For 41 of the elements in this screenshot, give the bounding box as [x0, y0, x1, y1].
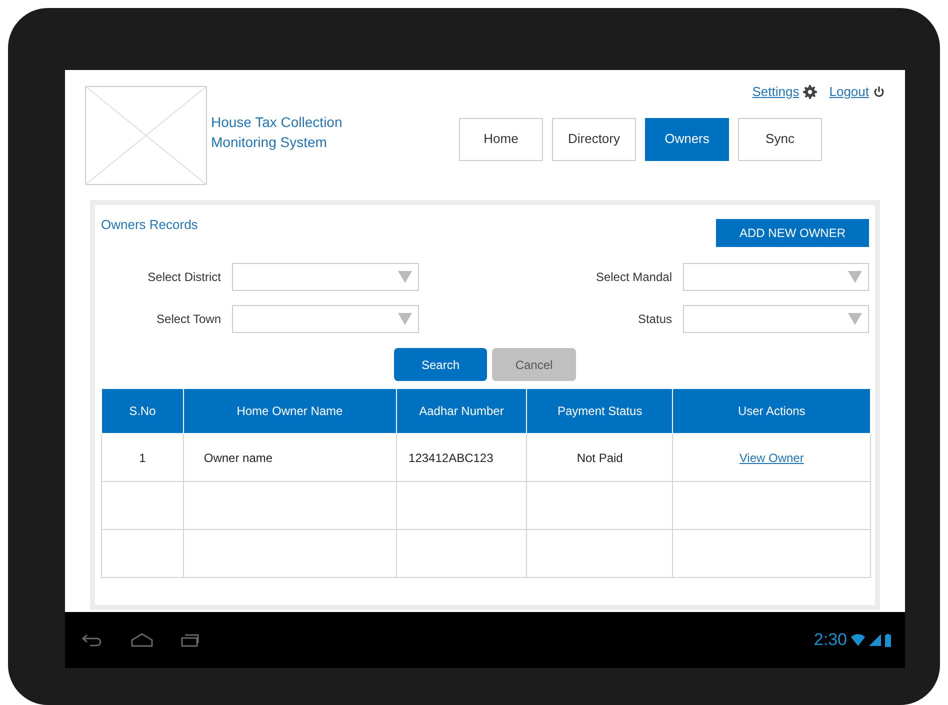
app-title: House Tax Collection Monitoring System: [211, 113, 344, 152]
settings-icon[interactable]: [803, 84, 818, 99]
panel-title: Owners Records: [101, 216, 198, 234]
column-header: S.No: [102, 388, 184, 434]
dropdown-arrow-icon: [398, 313, 412, 325]
back-icon[interactable]: [81, 633, 103, 647]
column-header: Home Owner Name: [183, 388, 396, 434]
nav-tab[interactable]: Directory: [552, 118, 636, 160]
field-label: Select District: [146, 269, 221, 286]
field-label: Select Mandal: [594, 269, 672, 286]
clock-text: 2:30: [814, 629, 847, 652]
column-header: Aadhar Number: [396, 388, 527, 434]
top-link[interactable]: Settings: [752, 82, 800, 102]
select-field[interactable]: [683, 263, 869, 291]
dropdown-arrow-icon: [398, 271, 412, 283]
home-icon[interactable]: [131, 633, 153, 647]
signal-icon: [869, 634, 881, 646]
view-owner-link[interactable]: View Owner: [739, 450, 804, 464]
table-cell: 123412ABC123: [396, 434, 527, 482]
select-field[interactable]: [232, 263, 419, 291]
select-field[interactable]: [683, 305, 869, 333]
top-link[interactable]: Logout: [829, 82, 869, 102]
select-field[interactable]: [232, 305, 419, 333]
nav-tab[interactable]: Owners: [645, 118, 729, 160]
battery-icon: [885, 634, 891, 646]
search-button[interactable]: Search: [394, 348, 487, 381]
field-label: Status: [636, 311, 672, 328]
wifi-icon: [851, 634, 865, 646]
table-cell: 1: [102, 434, 184, 482]
column-header: Payment Status: [526, 388, 673, 434]
table-cell: Not Paid: [526, 434, 673, 482]
column-header: User Actions: [672, 388, 870, 434]
power-icon[interactable]: [873, 86, 885, 98]
table-cell: Owner name: [183, 434, 396, 482]
dropdown-arrow-icon: [848, 271, 862, 283]
add-owner-button[interactable]: ADD NEW OWNER: [716, 219, 869, 247]
dropdown-arrow-icon: [848, 313, 862, 325]
nav-tab[interactable]: Home: [459, 118, 543, 160]
field-label: Select Town: [156, 311, 221, 328]
nav-tab[interactable]: Sync: [738, 118, 822, 160]
recent-apps-icon[interactable]: [181, 633, 199, 647]
